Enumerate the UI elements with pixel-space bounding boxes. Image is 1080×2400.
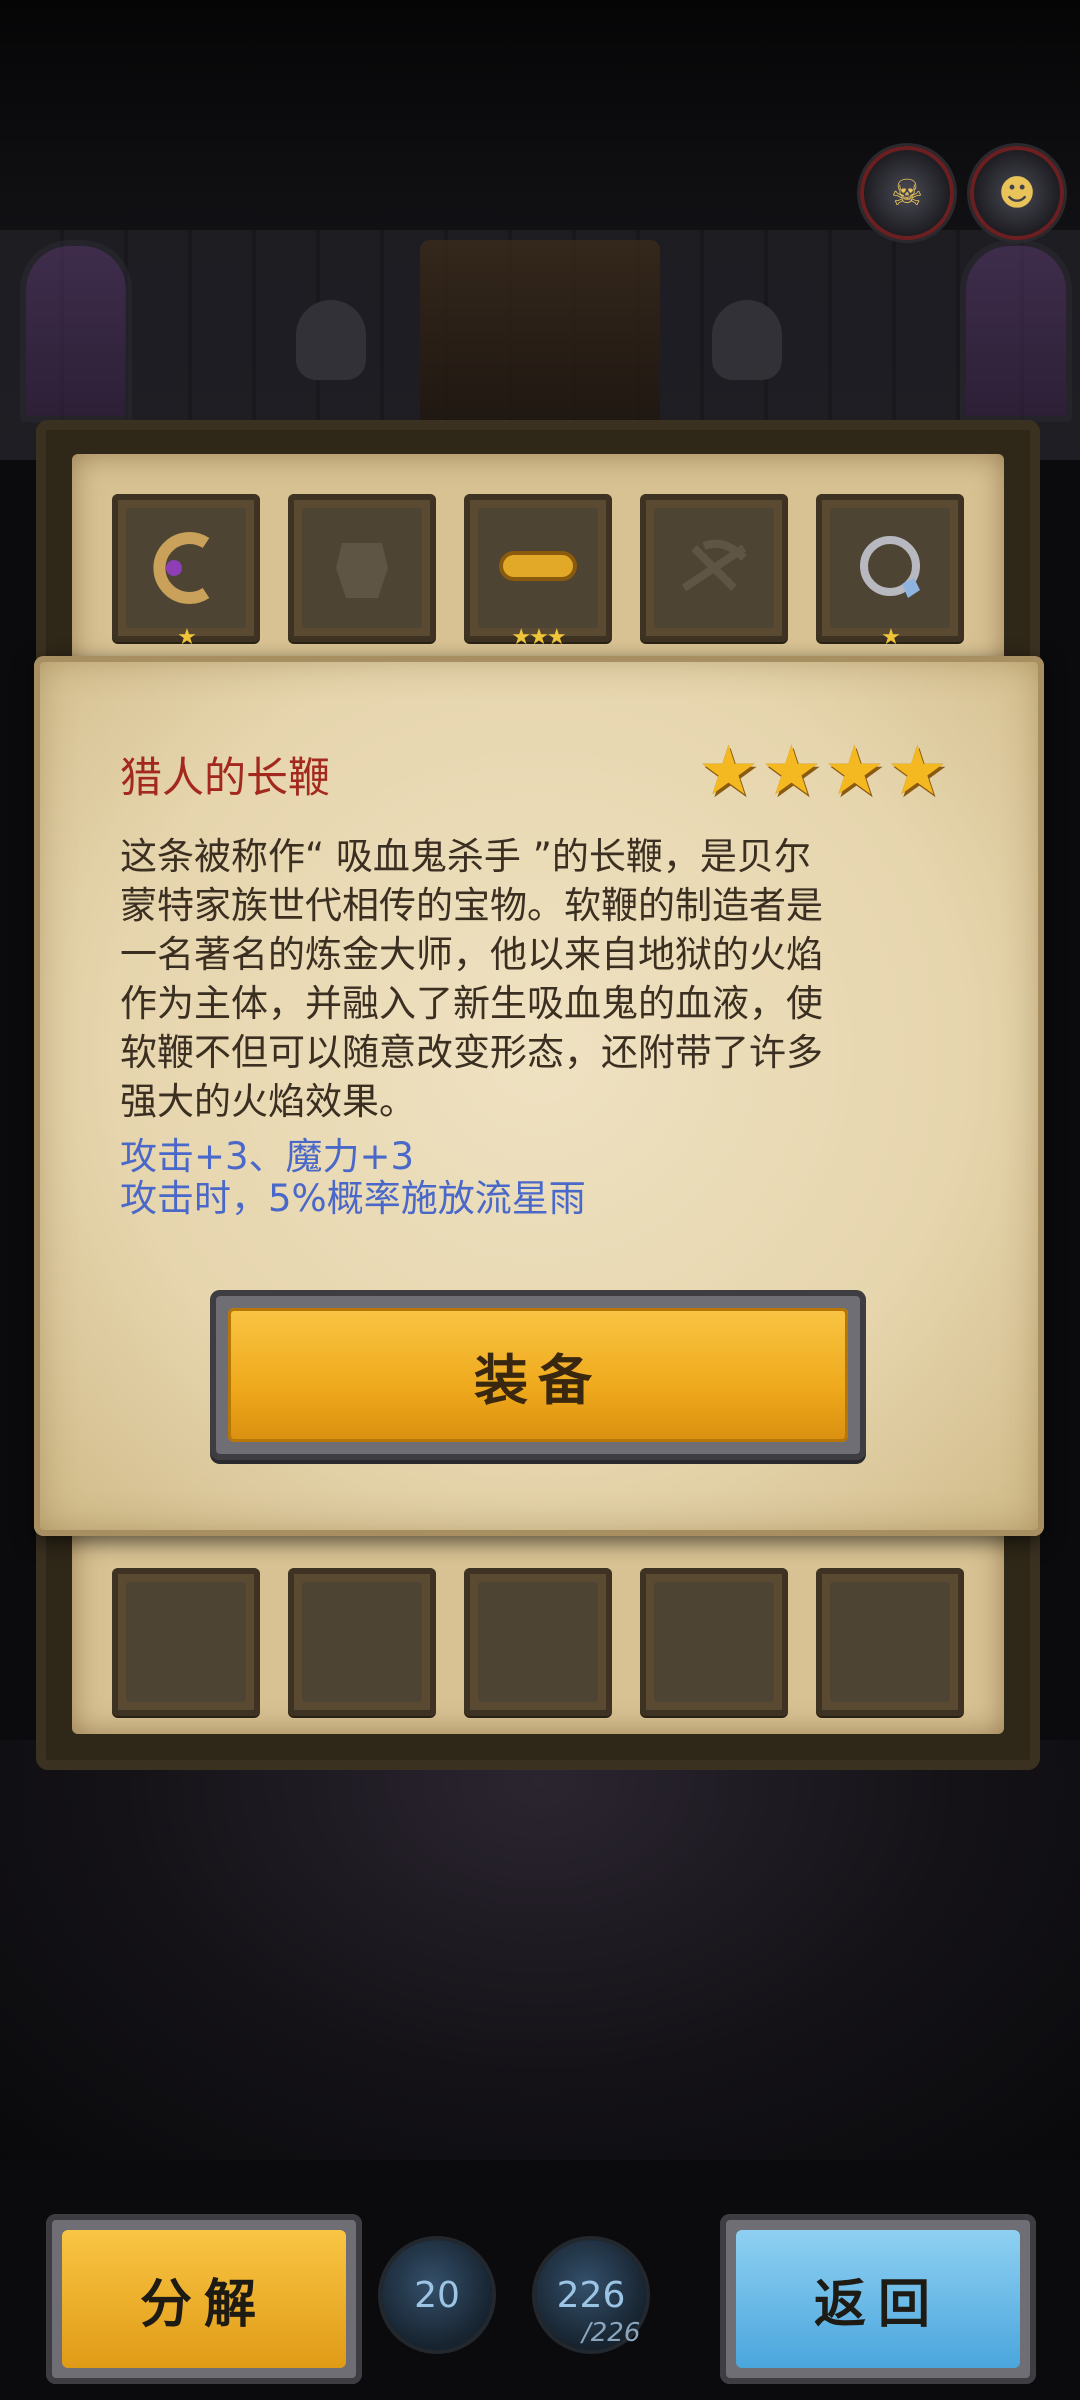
counter-right-value: 226 [556, 2274, 626, 2316]
decompose-button[interactable]: 分解 [46, 2214, 362, 2384]
item-effect-proc: 攻击时，5%概率施放流星雨 [120, 1177, 586, 1220]
skull-decoration [712, 300, 782, 380]
inventory-slot-empty[interactable] [288, 1568, 436, 1716]
stained-glass-window-left [20, 240, 132, 422]
inventory-slot-empty[interactable] [816, 1568, 964, 1716]
counter-orb-left: 20 [382, 2240, 492, 2350]
slot-stars: ★ [177, 625, 197, 650]
decompose-button-label: 分解 [62, 2230, 346, 2368]
description-line: 作为主体，并融入了新生吸血鬼的血液，使 [120, 982, 823, 1025]
equip-button[interactable]: 装备 [210, 1290, 866, 1460]
inventory-slot[interactable] [288, 494, 436, 642]
inventory-slot[interactable]: ★ [816, 494, 964, 650]
item-description: 这条被称作“ 吸血鬼杀手 ”的长鞭，是贝尔 蒙特家族世代相传的宝物。软鞭的制造者… [120, 832, 900, 1126]
description-line: 强大的火焰效果。 [120, 1080, 416, 1123]
skull-decoration [296, 300, 366, 380]
inventory-slot-empty[interactable] [112, 1568, 260, 1716]
item-name: 猎人的长鞭 [120, 753, 331, 802]
inventory-slot[interactable]: ★★★ [464, 494, 612, 650]
inventory-slot-empty[interactable] [464, 1568, 612, 1716]
star-icon: ★ [823, 732, 885, 811]
dungeon-floor [0, 1740, 1080, 2160]
dungeon-door [420, 240, 660, 440]
description-line: 软鞭不但可以随意改变形态，还附带了许多 [120, 1031, 823, 1074]
item-rating: ★ ★ ★ ★ [698, 732, 948, 811]
counter-right-max: /226 [582, 2318, 641, 2348]
inventory-slot[interactable]: ★ [112, 494, 260, 650]
counter-left-value: 20 [414, 2274, 460, 2316]
star-icon: ★ [698, 732, 759, 811]
star-icon: ★ [886, 732, 948, 811]
crossbow-silhouette-icon [681, 539, 747, 592]
inventory-slot-empty[interactable] [640, 1568, 788, 1716]
description-line: 一名著名的炼金大师，他以来自地狱的火焰 [120, 933, 823, 976]
description-line: 蒙特家族世代相传的宝物。软鞭的制造者是 [120, 884, 823, 927]
return-button-label: 返回 [736, 2230, 1020, 2368]
stained-glass-window-right [960, 240, 1072, 422]
return-button[interactable]: 返回 [720, 2214, 1036, 2384]
whip-icon [153, 532, 210, 604]
teal-monster-portrait-icon[interactable]: ☠ [860, 146, 954, 240]
item-effect-stats: 攻击+3、魔力+3 [120, 1135, 415, 1178]
hero-portrait-icon[interactable]: ☻ [970, 146, 1064, 240]
armor-silhouette-icon [336, 543, 388, 598]
equip-button-label: 装备 [228, 1308, 848, 1442]
star-icon: ★ [760, 732, 822, 811]
slot-stars: ★★★ [511, 625, 566, 650]
inventory-slot[interactable] [640, 494, 788, 642]
ring-icon [860, 536, 920, 598]
description-line: 这条被称作“ 吸血鬼杀手 ”的长鞭，是贝尔 [120, 835, 811, 878]
slot-stars: ★ [881, 625, 901, 650]
bracelet-icon [499, 551, 577, 581]
